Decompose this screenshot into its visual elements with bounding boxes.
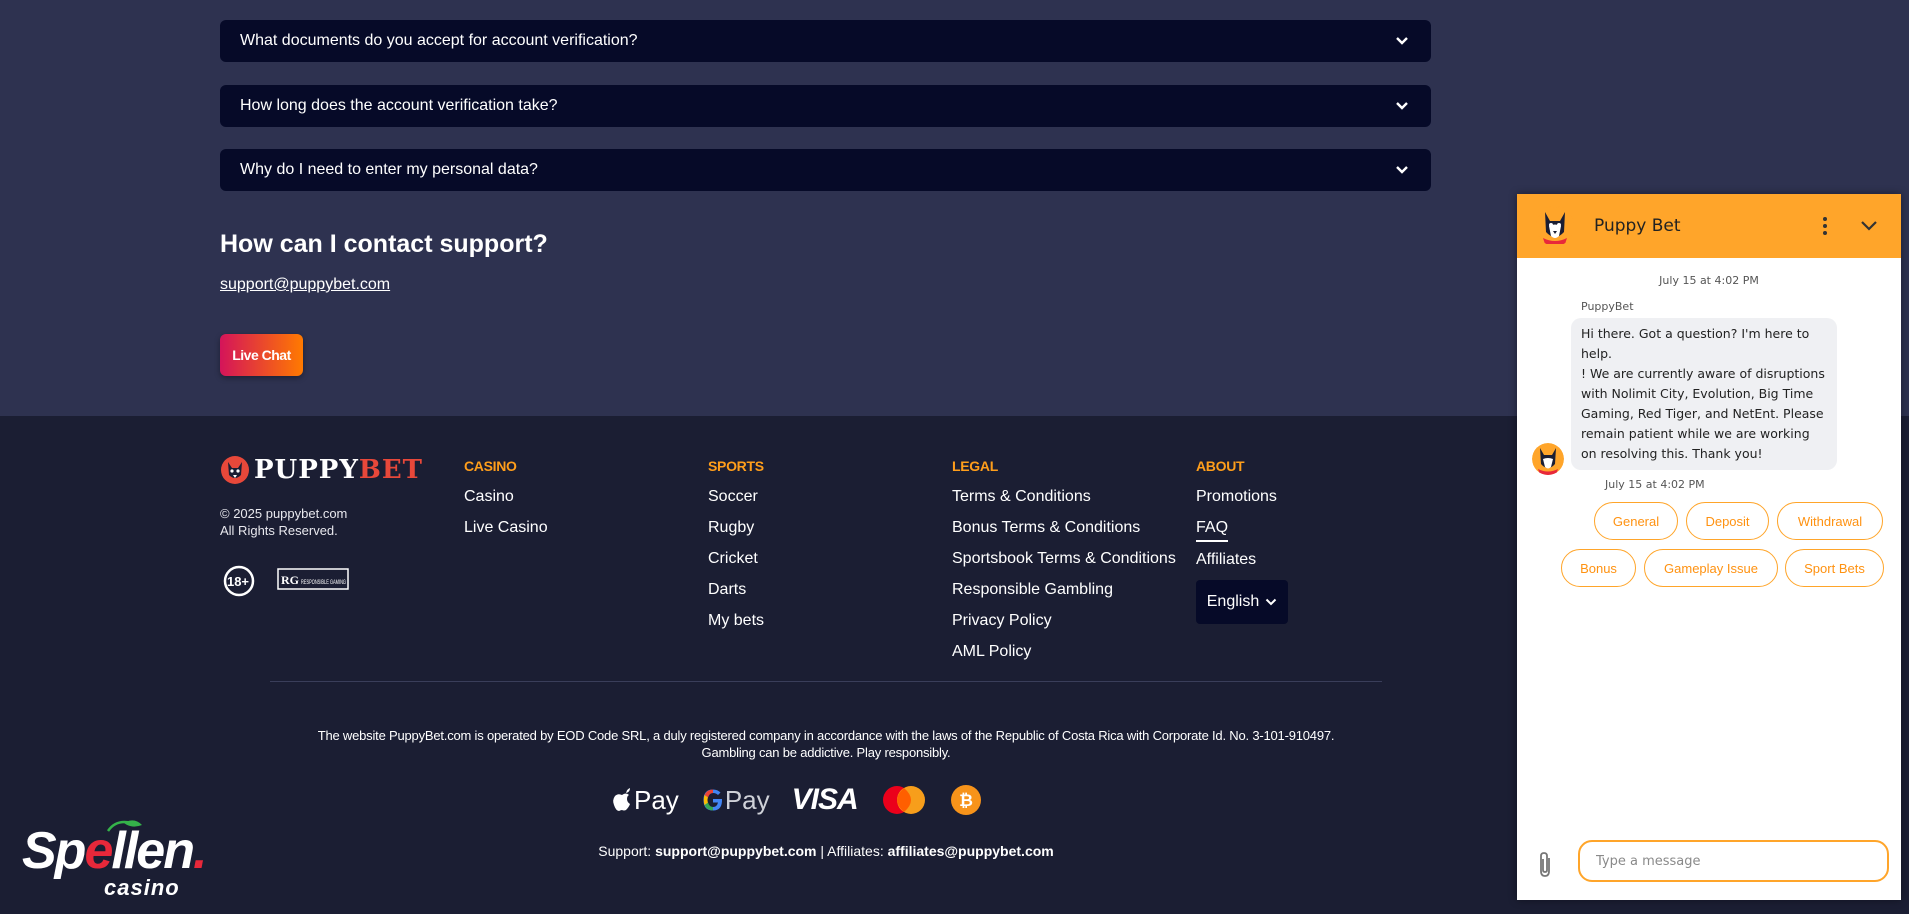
footer-contact-line: Support: support@puppybet.com | Affiliat…: [270, 843, 1382, 859]
chat-timestamp: July 15 at 4:02 PM: [1659, 274, 1759, 287]
footer-link-rugby[interactable]: Rugby: [708, 518, 764, 538]
chevron-down-icon: [1393, 32, 1411, 50]
chevron-down-icon: [1393, 97, 1411, 115]
quick-reply-bonus[interactable]: Bonus: [1561, 549, 1636, 587]
footer-link-terms[interactable]: Terms & Conditions: [952, 487, 1176, 507]
age-18-icon: 18+: [223, 565, 255, 597]
footer-column-casino: CASINO Casino Live Casino: [464, 458, 548, 549]
legal-notice-line: The website PuppyBet.com is operated by …: [317, 728, 1335, 743]
more-options-icon[interactable]: [1815, 214, 1835, 238]
support-label: Support:: [598, 843, 652, 859]
footer-link-faq[interactable]: FAQ: [1196, 518, 1229, 542]
contact-heading: How can I contact support?: [220, 230, 548, 258]
bitcoin-icon: ₿: [950, 785, 981, 815]
svg-text:RG: RG: [281, 573, 299, 587]
rg-badge-text: RESPONSIBLE GAMING: [301, 579, 346, 586]
faq-item[interactable]: Why do I need to enter my personal data?: [220, 149, 1431, 191]
footer-link-live-casino[interactable]: Live Casino: [464, 518, 548, 538]
chevron-down-icon: [1393, 161, 1411, 179]
language-selector[interactable]: English: [1196, 580, 1288, 624]
language-label: English: [1206, 593, 1260, 610]
footer-column-legal: LEGAL Terms & Conditions Bonus Terms & C…: [952, 458, 1176, 673]
footer-link-sportsbook-terms[interactable]: Sportsbook Terms & Conditions: [952, 549, 1176, 569]
column-heading: SPORTS: [708, 458, 764, 474]
logo-word-puppy: PUPPY: [254, 455, 359, 485]
chat-title: Puppy Bet: [1594, 216, 1681, 236]
message-bubble: Hi there. Got a question? I'm here to he…: [1571, 318, 1837, 470]
legal-notice: The website PuppyBet.com is operated by …: [270, 727, 1382, 761]
chevron-down-icon: [1266, 598, 1277, 606]
message-text: ! We are currently aware of disruptions …: [1581, 366, 1825, 461]
apple-pay-logo: Pay: [612, 785, 679, 816]
google-pay-text: Pay: [724, 784, 770, 815]
mastercard-icon: [882, 786, 925, 814]
footer-column-sports: SPORTS Soccer Rugby Cricket Darts My bet…: [708, 458, 764, 642]
chat-messages: July 15 at 4:02 PM PuppyBet Hi there. Go…: [1517, 258, 1901, 828]
column-heading: ABOUT: [1196, 458, 1245, 474]
footer-divider: [270, 681, 1382, 682]
apple-icon: [613, 788, 630, 811]
logo-word-bet: BET: [358, 455, 424, 485]
message-input[interactable]: [1578, 840, 1889, 882]
message-sender: PuppyBet: [1581, 300, 1634, 313]
faq-question: How long does the account verification t…: [240, 97, 558, 114]
message-timestamp: July 15 at 4:02 PM: [1605, 478, 1705, 491]
faq-item[interactable]: What documents do you accept for account…: [220, 20, 1431, 62]
google-g-icon: [703, 789, 722, 811]
footer-link-bonus-terms[interactable]: Bonus Terms & Conditions: [952, 518, 1176, 538]
google-pay-logo: Pay: [701, 785, 770, 816]
chat-composer: [1517, 828, 1901, 900]
faq-question: What documents do you accept for account…: [240, 32, 638, 49]
quick-reply-general[interactable]: General: [1594, 502, 1678, 540]
copyright-line: All Rights Reserved.: [220, 523, 338, 538]
paperclip-icon[interactable]: [1533, 850, 1557, 880]
bot-avatar-icon: [1532, 443, 1564, 475]
puppy-logo-icon: [221, 456, 249, 484]
visa-logo: VISA: [791, 783, 859, 816]
responsible-gaming-icon: RG RESPONSIBLE GAMING: [277, 568, 349, 590]
live-chat-button[interactable]: Live Chat: [220, 334, 303, 376]
column-heading: LEGAL: [952, 458, 998, 474]
affiliates-label: | Affiliates:: [820, 843, 884, 859]
footer-link-responsible-gambling[interactable]: Responsible Gambling: [952, 580, 1176, 600]
footer-link-privacy-policy[interactable]: Privacy Policy: [952, 611, 1176, 631]
copyright-line: © 2025 puppybet.com: [220, 506, 348, 521]
puppybet-logo[interactable]: PUPPY BET: [220, 455, 423, 485]
column-heading: CASINO: [464, 458, 517, 474]
footer-link-promotions[interactable]: Promotions: [1196, 487, 1277, 507]
quick-reply-withdrawal[interactable]: Withdrawal: [1777, 502, 1883, 540]
faq-item[interactable]: How long does the account verification t…: [220, 85, 1431, 127]
spellen-casino-watermark: Spellen. casino: [22, 820, 232, 905]
copyright: © 2025 puppybet.com All Rights Reserved.: [220, 505, 347, 539]
faq-question: Why do I need to enter my personal data?: [240, 161, 538, 178]
cherry-leaf-icon: [106, 820, 142, 832]
apple-pay-text: Pay: [634, 784, 679, 815]
watermark-line2: casino: [104, 875, 180, 900]
svg-text:₿: ₿: [959, 791, 973, 811]
footer-link-my-bets[interactable]: My bets: [708, 611, 764, 631]
age-badge-text: 18+: [227, 574, 249, 589]
chat-header: Puppy Bet: [1517, 194, 1901, 258]
footer-link-affiliates[interactable]: Affiliates: [1196, 550, 1277, 570]
footer-link-cricket[interactable]: Cricket: [708, 549, 764, 569]
footer-support-email[interactable]: support@puppybet.com: [655, 843, 816, 859]
quick-reply-gameplay-issue[interactable]: Gameplay Issue: [1644, 549, 1778, 587]
quick-reply-sport-bets[interactable]: Sport Bets: [1785, 549, 1884, 587]
footer-affiliates-email[interactable]: affiliates@puppybet.com: [888, 843, 1054, 859]
chevron-down-icon[interactable]: [1857, 214, 1881, 238]
footer-link-casino[interactable]: Casino: [464, 487, 548, 507]
quick-reply-deposit[interactable]: Deposit: [1686, 502, 1769, 540]
footer-link-soccer[interactable]: Soccer: [708, 487, 764, 507]
footer-column-about: ABOUT Promotions FAQ Affiliates: [1196, 458, 1277, 581]
puppy-avatar-icon: [1535, 206, 1575, 246]
legal-notice-line: Gambling can be addictive. Play responsi…: [701, 745, 951, 760]
support-email-link[interactable]: support@puppybet.com: [220, 276, 390, 294]
chat-widget: Puppy Bet July 15 at 4:02 PM PuppyBet Hi…: [1517, 194, 1901, 900]
message-text: Hi there. Got a question? I'm here to he…: [1581, 326, 1810, 361]
footer-link-darts[interactable]: Darts: [708, 580, 764, 600]
payment-methods: Pay Pay VISA ₿: [612, 780, 982, 820]
footer-link-aml-policy[interactable]: AML Policy: [952, 642, 1176, 662]
